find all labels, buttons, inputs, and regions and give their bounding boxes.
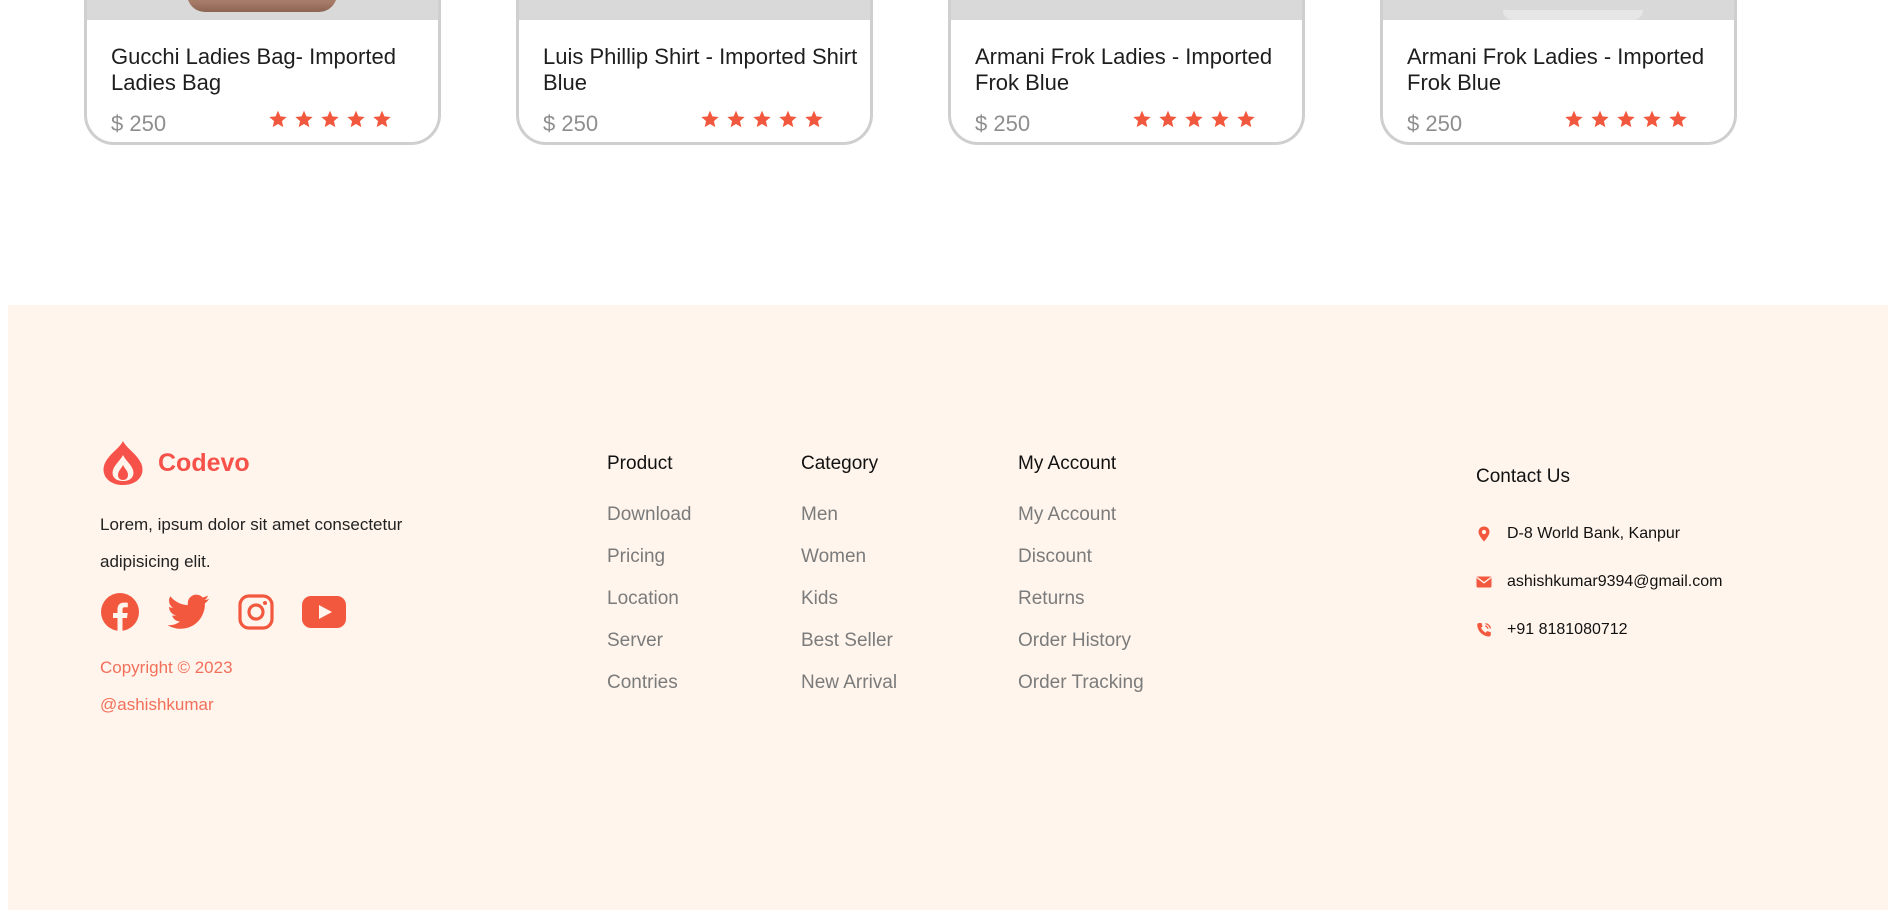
column-heading: My Account	[1018, 453, 1117, 474]
brand[interactable]: Codevo	[100, 439, 250, 487]
star-icon	[1565, 110, 1583, 128]
star-icon	[295, 110, 313, 128]
facebook-icon[interactable]	[100, 592, 140, 632]
star-icon	[347, 110, 365, 128]
product-title[interactable]: Luis Phillip Shirt - Imported Shirt Blue	[543, 44, 863, 96]
product-image[interactable]	[519, 0, 870, 20]
footer-column-category: Category Men Women Kids Best Seller New …	[801, 453, 897, 704]
footer-link[interactable]: Kids	[801, 578, 897, 620]
flame-icon	[103, 441, 143, 485]
twitter-icon[interactable]	[168, 594, 210, 630]
product-title[interactable]: Armani Frok Ladies - Imported Frok Blue	[1407, 44, 1727, 96]
author-handle[interactable]: @ashishkumar	[100, 686, 233, 723]
social-links	[100, 592, 346, 632]
footer-link[interactable]: Server	[607, 620, 692, 662]
brand-name: Codevo	[158, 448, 250, 477]
star-icon	[1133, 110, 1151, 128]
product-image[interactable]	[87, 0, 438, 20]
footer-link[interactable]: Returns	[1018, 578, 1144, 620]
instagram-icon[interactable]	[238, 594, 274, 630]
email-text[interactable]: ashishkumar9394@gmail.com	[1507, 573, 1722, 591]
star-icon	[373, 110, 391, 128]
star-icon	[1591, 110, 1609, 128]
phone-text[interactable]: +91 8181080712	[1507, 621, 1628, 639]
star-icon	[1643, 110, 1661, 128]
star-icon	[269, 110, 287, 128]
product-card[interactable]: Armani Frok Ladies - Imported Frok Blue …	[1380, 0, 1737, 145]
star-icon	[1617, 110, 1635, 128]
bag-image	[187, 0, 337, 12]
contact-phone[interactable]: +91 8181080712	[1476, 606, 1722, 654]
star-icon	[805, 110, 823, 128]
star-icon	[779, 110, 797, 128]
star-icon	[701, 110, 719, 128]
frok-image	[1503, 10, 1643, 20]
star-icon	[1185, 110, 1203, 128]
star-icon	[1237, 110, 1255, 128]
footer-link[interactable]: Men	[801, 494, 897, 536]
product-price: $ 250	[111, 111, 167, 136]
contact-address: D-8 World Bank, Kanpur	[1476, 510, 1722, 558]
footer-link[interactable]: Women	[801, 536, 897, 578]
footer-link[interactable]: Best Seller	[801, 620, 897, 662]
brand-description: Lorem, ipsum dolor sit amet consectetur …	[100, 515, 403, 571]
copyright-text: Copyright © 2023	[100, 658, 233, 677]
product-price: $ 250	[1407, 111, 1463, 136]
rating-stars	[268, 109, 392, 129]
column-heading: Category	[801, 453, 879, 474]
product-card[interactable]: Luis Phillip Shirt - Imported Shirt Blue…	[516, 0, 873, 145]
product-card[interactable]: Gucchi Ladies Bag- Imported Ladies Bag $…	[84, 0, 441, 145]
star-icon	[727, 110, 745, 128]
product-grid: Gucchi Ladies Bag- Imported Ladies Bag $…	[0, 0, 1888, 150]
star-icon	[321, 110, 339, 128]
star-icon	[753, 110, 771, 128]
star-icon	[1669, 110, 1687, 128]
footer-link[interactable]: Order History	[1018, 620, 1144, 662]
footer-link[interactable]: Order Tracking	[1018, 662, 1144, 704]
contact-heading: Contact Us	[1476, 466, 1570, 487]
footer-column-product: Product Download Pricing Location Server…	[607, 453, 692, 704]
location-pin-icon	[1478, 526, 1490, 542]
product-price: $ 250	[975, 111, 1031, 136]
footer-link[interactable]: Download	[607, 494, 692, 536]
product-price: $ 250	[543, 111, 599, 136]
copyright: Copyright © 2023 @ashishkumar	[100, 649, 233, 723]
youtube-icon[interactable]	[302, 596, 346, 628]
product-card[interactable]: Armani Frok Ladies - Imported Frok Blue …	[948, 0, 1305, 145]
footer-link[interactable]: My Account	[1018, 494, 1144, 536]
star-icon	[1159, 110, 1177, 128]
footer-link[interactable]: Contries	[607, 662, 692, 704]
product-title[interactable]: Gucchi Ladies Bag- Imported Ladies Bag	[111, 44, 431, 96]
footer-link[interactable]: Pricing	[607, 536, 692, 578]
rating-stars	[1132, 109, 1256, 129]
footer-column-my-account: My Account My Account Discount Returns O…	[1018, 453, 1144, 704]
product-image[interactable]	[951, 0, 1302, 20]
product-title[interactable]: Armani Frok Ladies - Imported Frok Blue	[975, 44, 1295, 96]
footer-link[interactable]: Discount	[1018, 536, 1144, 578]
envelope-icon	[1476, 576, 1492, 588]
phone-icon	[1477, 622, 1492, 637]
page: Gucchi Ladies Bag- Imported Ladies Bag $…	[0, 0, 1888, 920]
footer-link[interactable]: New Arrival	[801, 662, 897, 704]
star-icon	[1211, 110, 1229, 128]
footer-link[interactable]: Location	[607, 578, 692, 620]
column-heading: Product	[607, 453, 673, 474]
rating-stars	[1564, 109, 1688, 129]
product-image[interactable]	[1383, 0, 1734, 20]
rating-stars	[700, 109, 824, 129]
address-text: D-8 World Bank, Kanpur	[1507, 525, 1681, 542]
site-footer: Codevo Lorem, ipsum dolor sit amet conse…	[8, 305, 1888, 910]
contact-email[interactable]: ashishkumar9394@gmail.com	[1476, 558, 1722, 606]
contact-us: Contact Us D-8 World Bank, Kanpur ashish…	[1476, 466, 1722, 654]
